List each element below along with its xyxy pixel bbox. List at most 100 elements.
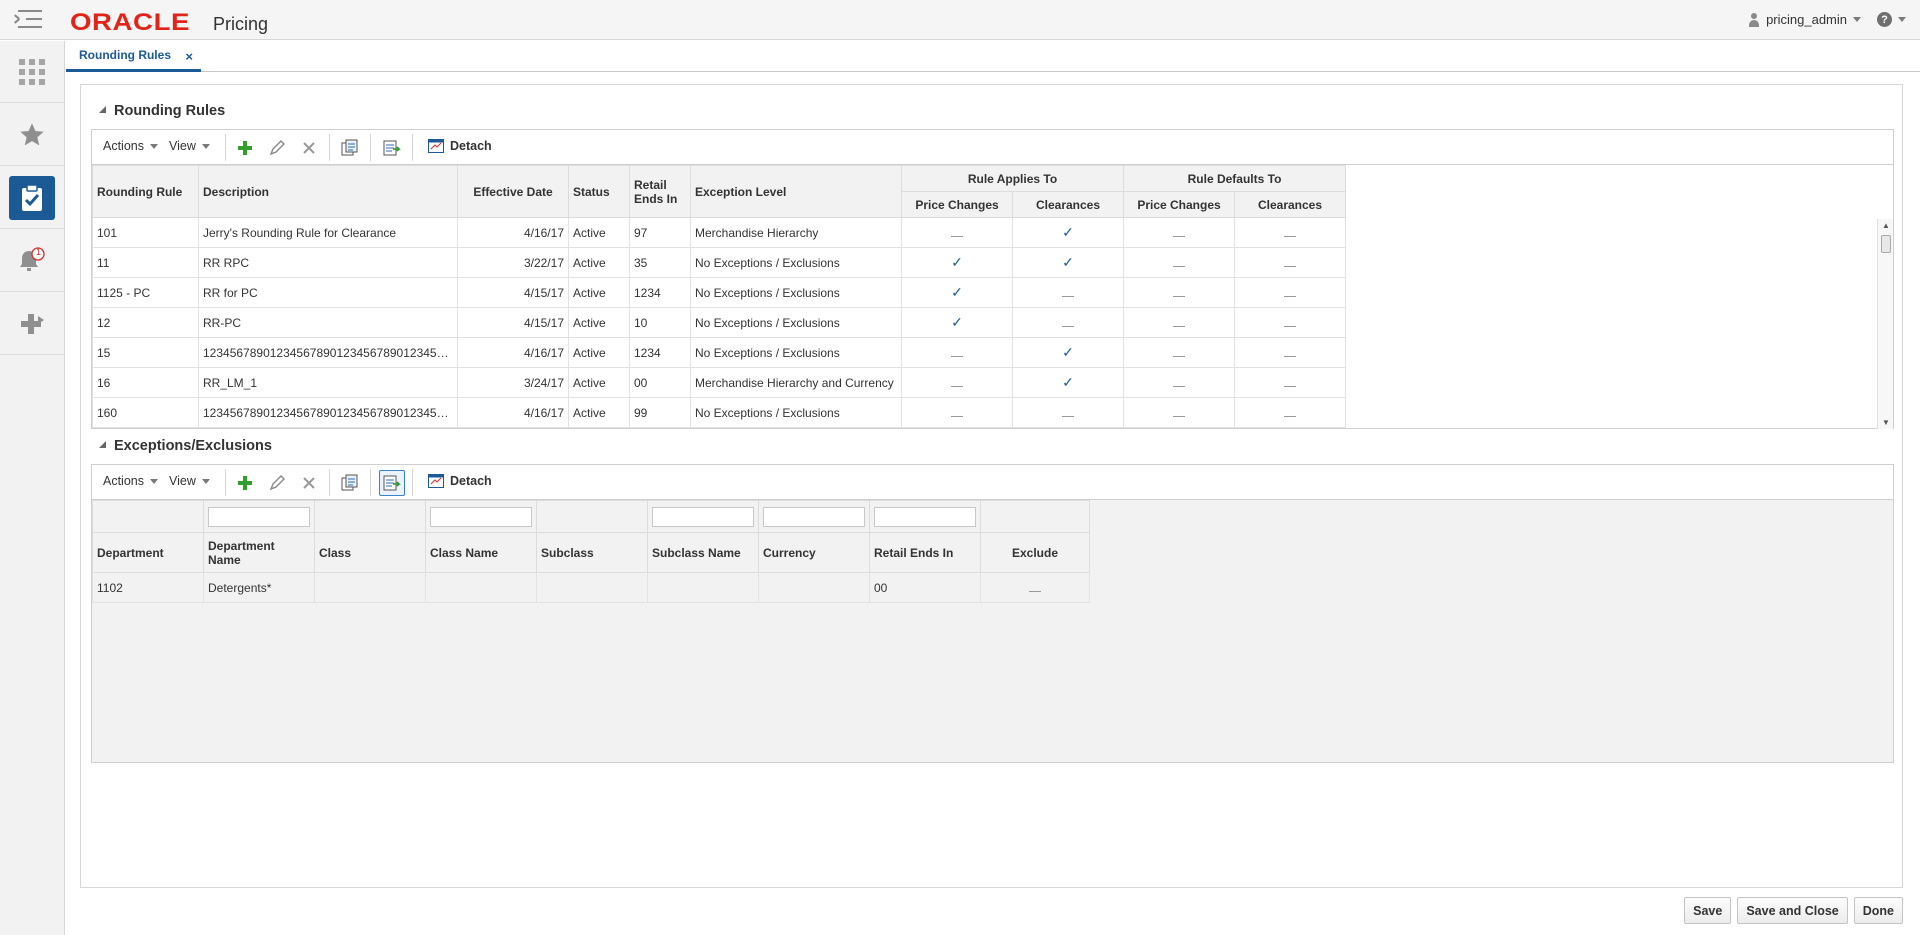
col-subclass[interactable]: Subclass [536, 532, 648, 573]
exceptions-toolbar: Actions View Detach [92, 465, 1893, 500]
filter-subclass-name-input[interactable] [652, 506, 754, 527]
delete-icon[interactable] [299, 138, 319, 158]
done-button[interactable]: Done [1853, 897, 1903, 924]
cell-flag-d-pc [1123, 367, 1235, 398]
filter-retail-ends-in-input[interactable] [874, 506, 976, 527]
chevron-down-icon [150, 478, 158, 484]
cell-rounding-rule: 1125 - PC [92, 277, 199, 308]
col-applies-price-changes[interactable]: Price Changes [901, 191, 1013, 218]
group-rule-applies-to: Rule Applies To [901, 165, 1124, 192]
tab-rounding-rules[interactable]: Rounding Rules × [66, 41, 201, 72]
view-menu[interactable]: View [169, 474, 210, 488]
col-effective-date[interactable]: Effective Date [457, 165, 569, 218]
cell-exception-level: No Exceptions / Exclusions [690, 397, 902, 428]
scrollbar-thumb[interactable] [1881, 235, 1891, 253]
filter-currency-input[interactable] [763, 506, 865, 527]
cell-flag-d-pc [1123, 337, 1235, 368]
col-exclude[interactable]: Exclude [980, 532, 1090, 573]
cell-flag-a-cl [1012, 397, 1124, 428]
detach-button[interactable]: Detach [428, 139, 492, 153]
rail-task-list[interactable] [0, 167, 64, 229]
col-retail-ends-in[interactable]: Retail Ends In [869, 532, 981, 573]
col-defaults-price-changes[interactable]: Price Changes [1123, 191, 1235, 218]
cell-rounding-rule: 101 [92, 217, 199, 248]
collapse-icon[interactable] [99, 105, 106, 113]
delete-icon[interactable] [299, 473, 319, 493]
add-icon[interactable] [235, 473, 255, 493]
export-icon[interactable] [382, 138, 402, 158]
table-row[interactable]: 101 Jerry's Rounding Rule for Clearance 4/… [92, 217, 1347, 248]
col-defaults-clearances[interactable]: Clearances [1233, 191, 1347, 218]
col-applies-clearances[interactable]: Clearances [1012, 191, 1124, 218]
rounding-rules-scrollbar[interactable]: ▲ ▼ [1877, 219, 1893, 429]
col-class[interactable]: Class [314, 532, 426, 573]
filter-class-name-input[interactable] [430, 506, 532, 527]
duplicate-icon[interactable] [340, 138, 360, 158]
dash-icon [1173, 415, 1185, 417]
cell-description: RR RPC [198, 247, 458, 278]
export-icon[interactable] [379, 470, 405, 496]
table-row[interactable]: 15 12345678901234567890123456789012345678… [92, 337, 1347, 368]
actions-menu[interactable]: Actions [103, 139, 158, 153]
col-department-name[interactable]: Department Name [203, 532, 315, 573]
rail-add-task[interactable] [0, 293, 64, 355]
detach-button[interactable]: Detach [428, 474, 492, 488]
cell-status: Active [568, 217, 630, 248]
duplicate-icon[interactable] [340, 473, 360, 493]
table-row[interactable]: 11 RR RPC 3/22/17 Active 35 No Exceptions / E… [92, 247, 1347, 278]
notification-badge: 1 [36, 247, 42, 257]
user-menu[interactable]: pricing_admin ? [1748, 12, 1906, 27]
table-row[interactable]: 1125 - PC RR for PC 4/15/17 Active 1234 No Ex… [92, 277, 1347, 308]
rail-notifications[interactable]: 1 [0, 230, 64, 292]
col-status[interactable]: Status [568, 165, 630, 218]
save-button[interactable]: Save [1684, 897, 1732, 924]
col-exception-level[interactable]: Exception Level [690, 165, 902, 218]
dash-icon [1284, 415, 1296, 417]
table-row[interactable]: 1102 Detergents* 00 [92, 572, 1090, 603]
col-currency[interactable]: Currency [758, 532, 870, 573]
dash-icon [1173, 235, 1185, 237]
edit-icon[interactable] [267, 473, 287, 493]
filter-department-name-input[interactable] [208, 506, 310, 527]
help-icon[interactable]: ? [1877, 12, 1892, 27]
chevron-down-icon [150, 143, 158, 149]
table-row[interactable]: 12 RR-PC 4/15/17 Active 10 No Exceptions / Ex… [92, 307, 1347, 338]
dash-icon [951, 235, 963, 237]
rounding-rules-toolbar: Actions View Detach [92, 130, 1893, 165]
col-description[interactable]: Description [198, 165, 458, 218]
collapse-icon[interactable] [99, 440, 106, 448]
cell-status: Active [568, 247, 630, 278]
cell-flag-a-cl: ✓ [1012, 217, 1124, 248]
oracle-logo: ORACLE Pricing [70, 9, 268, 36]
col-class-name[interactable]: Class Name [425, 532, 537, 573]
dash-icon [1062, 415, 1074, 417]
rail-favorites[interactable] [0, 104, 64, 166]
rail-tasks[interactable] [0, 41, 64, 103]
navigator-menu-icon[interactable] [14, 8, 50, 32]
cell-retail-ends-in: 00 [629, 367, 691, 398]
cell-retail-ends-in: 99 [629, 397, 691, 428]
cell-exclude[interactable] [980, 572, 1090, 603]
top-bar: ORACLE Pricing pricing_admin ? [0, 0, 1920, 40]
save-and-close-button[interactable]: Save and Close [1737, 897, 1848, 924]
edit-icon[interactable] [267, 138, 287, 158]
cell-flag-d-pc [1123, 277, 1235, 308]
filter-currency [758, 500, 870, 533]
rounding-rules-header[interactable]: Rounding Rules [99, 103, 225, 119]
left-rail: 1 [0, 41, 65, 935]
col-retail-ends-in[interactable]: Retail Ends In [629, 165, 691, 218]
chevron-down-icon[interactable] [1898, 17, 1906, 22]
col-department[interactable]: Department [92, 532, 204, 573]
actions-menu[interactable]: Actions [103, 474, 158, 488]
view-menu[interactable]: View [169, 139, 210, 153]
table-row[interactable]: 16 RR_LM_1 3/24/17 Active 00 Merchandise Hier… [92, 367, 1347, 398]
cell-status: Active [568, 307, 630, 338]
add-icon[interactable] [235, 138, 255, 158]
col-subclass-name[interactable]: Subclass Name [647, 532, 759, 573]
ends-in-label: Ends In [634, 191, 678, 206]
table-row[interactable]: 160 1234567890123456789012345678901234567… [92, 397, 1347, 428]
exceptions-header[interactable]: Exceptions/Exclusions [99, 438, 272, 454]
dash-icon [951, 385, 963, 387]
close-icon[interactable]: × [185, 49, 193, 64]
col-rounding-rule[interactable]: Rounding Rule [92, 165, 199, 218]
